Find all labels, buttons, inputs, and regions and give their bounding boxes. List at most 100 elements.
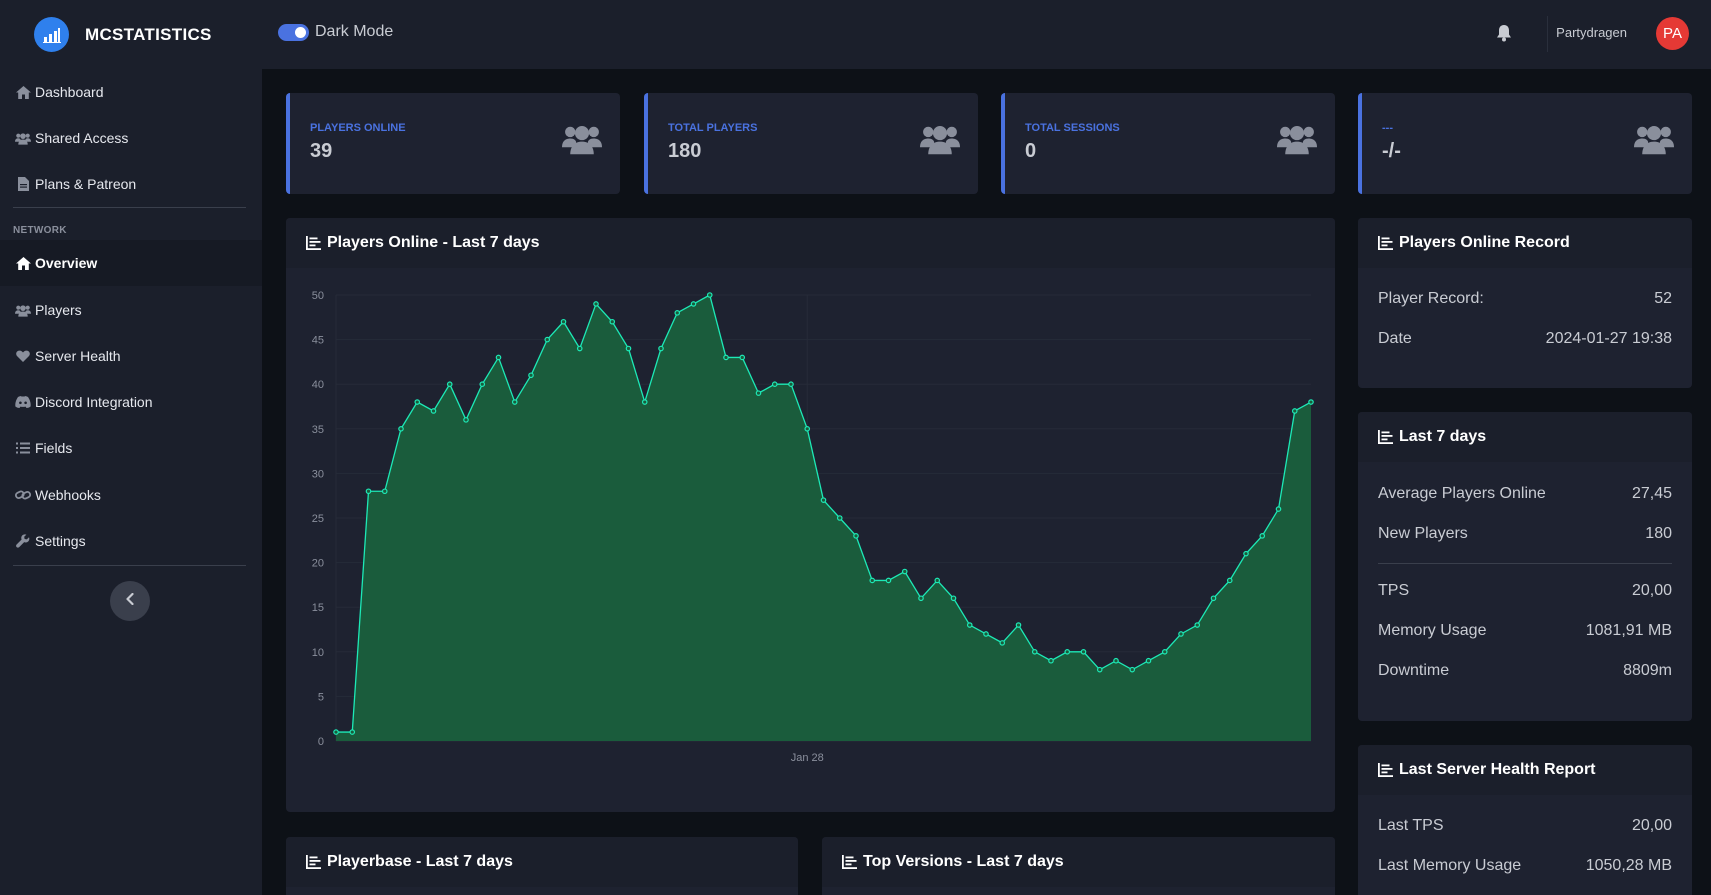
top-bar: MCSTATISTICS Dark Mode Partydragen PA bbox=[0, 0, 1711, 69]
data-point bbox=[950, 595, 957, 602]
data-point bbox=[869, 577, 876, 584]
data-point bbox=[609, 318, 616, 325]
data-point bbox=[853, 533, 859, 539]
kv-row: Player Record: 52 bbox=[1378, 290, 1672, 308]
sidebar-item-plans-patreon[interactable]: Plans & Patreon bbox=[0, 161, 262, 207]
stat-value: 180 bbox=[668, 140, 702, 162]
data-point bbox=[1259, 533, 1266, 539]
data-point bbox=[1291, 408, 1298, 414]
data-point bbox=[788, 381, 794, 388]
home-icon bbox=[15, 84, 31, 100]
avatar[interactable]: PA bbox=[1656, 17, 1689, 50]
kv-label: New Players bbox=[1378, 525, 1468, 542]
home-icon bbox=[15, 255, 31, 271]
data-point bbox=[1113, 657, 1119, 664]
panel-header: Players Online Record bbox=[1358, 218, 1692, 268]
y-tick-label: 45 bbox=[312, 335, 324, 347]
data-point bbox=[739, 354, 746, 361]
sidebar-divider bbox=[13, 565, 246, 566]
y-tick-label: 15 bbox=[312, 602, 324, 614]
sidebar: Dashboard Shared Access Plans & Patreon … bbox=[0, 69, 262, 895]
users-icon bbox=[562, 123, 602, 160]
y-tick-label: 10 bbox=[312, 647, 324, 659]
chart-icon bbox=[306, 855, 321, 869]
data-point bbox=[1243, 550, 1249, 557]
section-label-network: NETWORK bbox=[13, 225, 67, 236]
data-point bbox=[658, 345, 664, 352]
data-point bbox=[430, 408, 437, 414]
sidebar-item-label: Discord Integration bbox=[35, 394, 153, 410]
link-icon bbox=[15, 487, 31, 503]
data-point bbox=[1226, 577, 1233, 584]
kv-value: 180 bbox=[1645, 525, 1672, 542]
brand[interactable]: MCSTATISTICS bbox=[34, 17, 212, 52]
heart-icon bbox=[15, 348, 31, 364]
data-point bbox=[446, 381, 453, 388]
panel-title: Last Server Health Report bbox=[1399, 761, 1596, 778]
sidebar-item-overview[interactable]: Overview bbox=[0, 240, 262, 286]
y-tick-label: 0 bbox=[318, 736, 324, 748]
sidebar-item-server-health[interactable]: Server Health bbox=[0, 333, 262, 379]
data-point bbox=[966, 622, 973, 628]
kv-label: Last Memory Usage bbox=[1378, 857, 1522, 874]
brand-name: MCSTATISTICS bbox=[85, 24, 212, 44]
x-tick-label: Jan 28 bbox=[791, 752, 824, 764]
data-point bbox=[398, 426, 404, 432]
data-point bbox=[1275, 506, 1282, 512]
panel-header: Playerbase - Last 7 days bbox=[286, 837, 798, 887]
y-tick-label: 5 bbox=[318, 691, 324, 703]
data-point bbox=[1145, 657, 1152, 664]
y-tick-label: 30 bbox=[312, 468, 324, 480]
y-tick-label: 25 bbox=[312, 513, 324, 525]
toggle-switch[interactable] bbox=[278, 23, 309, 41]
data-point bbox=[690, 301, 697, 307]
data-point bbox=[1064, 648, 1071, 655]
stat-label: TOTAL SESSIONS bbox=[1025, 122, 1120, 134]
kv-label: Date bbox=[1378, 330, 1412, 347]
stat-value: -/- bbox=[1382, 140, 1401, 162]
sidebar-item-players[interactable]: Players bbox=[0, 287, 262, 333]
users-icon bbox=[1277, 123, 1317, 160]
stat-card-total-players: TOTAL PLAYERS 180 bbox=[644, 93, 978, 194]
sidebar-item-label: Overview bbox=[35, 255, 98, 271]
header-divider bbox=[1547, 16, 1548, 52]
players-online-chart-panel: Players Online - Last 7 days 0 5 10 15 20 25 3… bbox=[286, 218, 1335, 812]
data-point bbox=[414, 399, 421, 405]
kv-label: TPS bbox=[1378, 582, 1410, 599]
sidebar-item-webhooks[interactable]: Webhooks bbox=[0, 472, 262, 518]
panel-header: Last 7 days bbox=[1358, 412, 1692, 462]
sidebar-item-shared-access[interactable]: Shared Access bbox=[0, 115, 262, 161]
data-point bbox=[495, 354, 502, 361]
bar-chart-icon bbox=[34, 17, 69, 52]
bell-icon[interactable] bbox=[1496, 24, 1512, 47]
username[interactable]: Partydragen bbox=[1556, 25, 1627, 40]
top-versions-panel: Top Versions - Last 7 days bbox=[822, 837, 1335, 895]
data-point bbox=[349, 729, 356, 735]
data-point bbox=[1015, 622, 1022, 628]
stat-label: --- bbox=[1382, 122, 1393, 134]
kv-row: Average Players Online 27,45 bbox=[1378, 485, 1672, 503]
stat-card-total-sessions: TOTAL SESSIONS 0 bbox=[1001, 93, 1335, 194]
collapse-sidebar-button[interactable] bbox=[110, 581, 150, 621]
data-point bbox=[836, 515, 843, 521]
panel-header: Last Server Health Report bbox=[1358, 745, 1692, 795]
chart-icon bbox=[306, 236, 321, 250]
data-point bbox=[1129, 666, 1136, 673]
sidebar-item-settings[interactable]: Settings bbox=[0, 518, 262, 564]
kv-label: Memory Usage bbox=[1378, 622, 1487, 639]
data-point bbox=[625, 345, 632, 352]
dark-mode-toggle[interactable]: Dark Mode bbox=[278, 23, 393, 41]
panel-header: Players Online - Last 7 days bbox=[286, 218, 1335, 268]
sidebar-item-dashboard[interactable]: Dashboard bbox=[0, 69, 262, 115]
data-point bbox=[333, 729, 339, 735]
sidebar-item-discord-integration[interactable]: Discord Integration bbox=[0, 379, 262, 425]
data-point bbox=[1048, 657, 1054, 664]
data-point bbox=[901, 568, 908, 575]
y-tick-label: 20 bbox=[312, 558, 324, 570]
data-point bbox=[1096, 666, 1103, 673]
players-online-chart[interactable]: 0 5 10 15 20 25 30 35 40 45 50 Jan 28 bbox=[286, 268, 1335, 812]
sidebar-item-label: Players bbox=[35, 302, 82, 318]
sidebar-item-fields[interactable]: Fields bbox=[0, 425, 262, 471]
data-point bbox=[723, 354, 729, 361]
data-point bbox=[560, 318, 567, 325]
